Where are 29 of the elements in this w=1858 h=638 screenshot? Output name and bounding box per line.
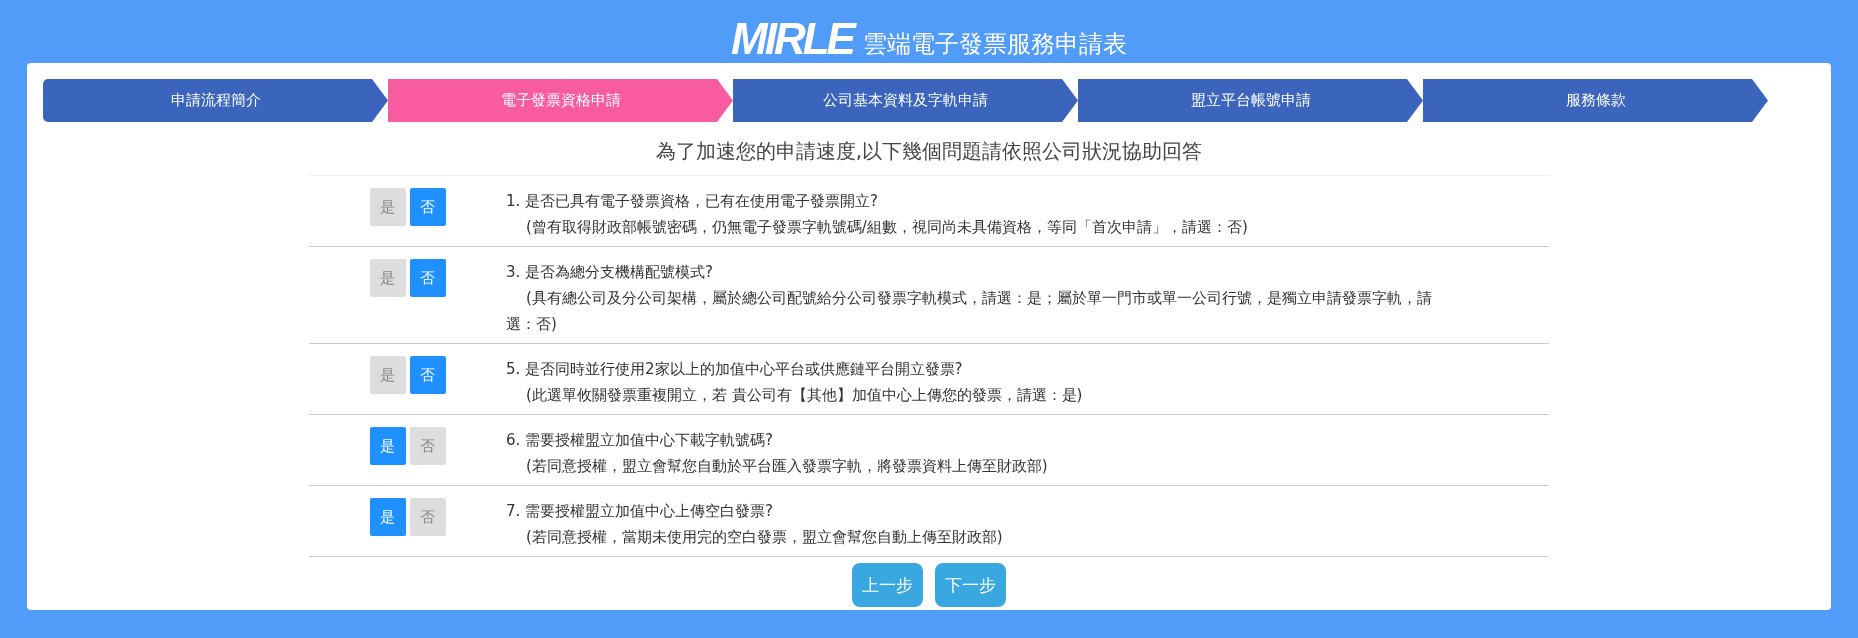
step-tab[interactable]: 盟立平台帳號申請	[1078, 79, 1423, 122]
answer-option[interactable]: 是	[369, 188, 406, 226]
page-title: 雲端電子發票服務申請表	[862, 29, 1127, 59]
answer-option[interactable]: 是	[369, 259, 406, 297]
question-note: (若同意授權，當期未使用完的空白發票，盟立會幫您自動上傳至財政部)	[525, 527, 1004, 548]
question-note: (若同意授權，盟立會幫您自動於平台匯入發票字軌，將發票資料上傳至財政部)	[525, 456, 1049, 477]
answer-option[interactable]: 否	[409, 498, 446, 536]
answer-option[interactable]: 否	[409, 188, 446, 226]
question-text: 5. 是否同時並行使用2家以上的加值中心平台或供應鏈平台開立發票?	[506, 359, 964, 380]
step-tab[interactable]: 申請流程簡介	[43, 79, 388, 122]
question-note: (具有總公司及分公司架構，屬於總公司配號給分公司發票字軌模式，請選：是；屬於單一門市或單一公司行號，是獨立申請發票字軌，請選：否)	[506, 288, 1433, 335]
answer-option[interactable]: 是	[369, 356, 406, 394]
answer-option[interactable]: 否	[409, 356, 446, 394]
answer-option[interactable]: 否	[409, 427, 446, 465]
question-note: (此選單攸關發票重複開立，若 貴公司有【其他】加值中心上傳您的發票，請選：是)	[525, 385, 1084, 406]
answer-option[interactable]: 否	[409, 259, 446, 297]
previous-button[interactable]: 上一步	[852, 563, 923, 607]
step-tab[interactable]: 服務條款	[1423, 79, 1768, 122]
intro-text: 為了加速您的申請速度,以下幾個問題請依照公司狀況協助回答	[655, 138, 1203, 165]
answer-option[interactable]: 是	[369, 498, 406, 536]
step-tab[interactable]: 公司基本資料及字軌申請	[733, 79, 1078, 122]
question-note: (曾有取得財政部帳號密碼，仍無電子發票字軌號碼/組數，視同尚未具備資格，等同「首次申請」，請選：否)	[525, 217, 1249, 238]
question-text: 3. 是否為總分支機構配號模式?	[506, 262, 715, 283]
question-text: 1. 是否已具有電子發票資格，已有在使用電子發票開立?	[506, 191, 880, 212]
answer-option[interactable]: 是	[369, 427, 406, 465]
question-text: 7. 需要授權盟立加值中心上傳空白發票?	[506, 501, 775, 522]
next-button[interactable]: 下一步	[935, 563, 1006, 607]
question-text: 6. 需要授權盟立加值中心下載字軌號碼?	[506, 430, 775, 451]
step-tab[interactable]: 電子發票資格申請	[388, 79, 733, 122]
